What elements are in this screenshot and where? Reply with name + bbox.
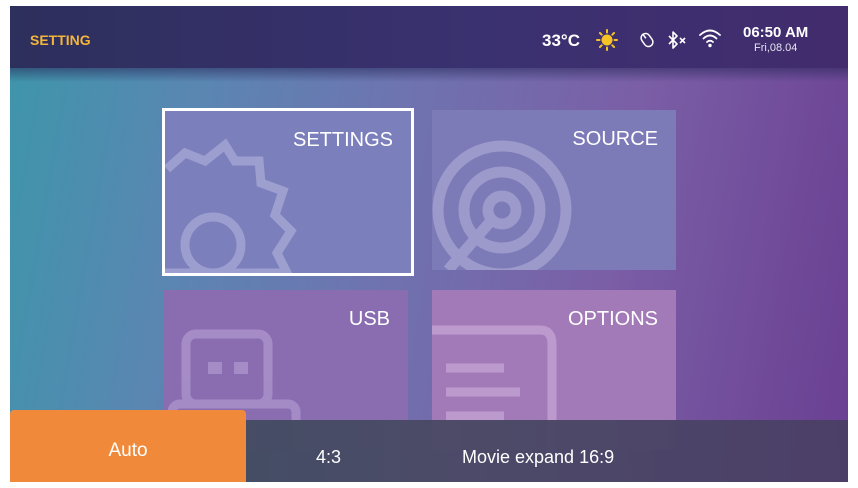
aspect-auto-label: Auto [108, 440, 148, 461]
settings-tile[interactable]: SETTINGS [162, 108, 414, 276]
wifi-icon [699, 29, 721, 48]
tv-screen: SETTING 33°C 06:50 AM Fri,08.04 SETTINGS… [10, 6, 848, 482]
clock-time: 06:50 AM [743, 24, 809, 41]
mouse-icon [640, 32, 654, 48]
source-tile-label: SOURCE [572, 128, 658, 150]
top-status-bar [10, 6, 848, 68]
bluetooth-off-icon [668, 31, 686, 49]
usb-tile-label: USB [348, 308, 390, 330]
temperature: 33°C [542, 31, 580, 50]
app-title: SETTING [30, 32, 91, 48]
aspect-4-3-option[interactable]: 4:3 [316, 447, 341, 468]
aspect-movie-expand-option[interactable]: Movie expand 16:9 [462, 447, 614, 468]
source-tile[interactable]: SOURCE [432, 110, 676, 270]
top-bar-shadow [10, 68, 848, 82]
settings-tile-label: SETTINGS [292, 129, 393, 151]
clock-date: Fri,08.04 [754, 42, 798, 54]
sun-icon [596, 29, 618, 51]
options-tile-label: OPTIONS [567, 308, 658, 330]
aspect-auto-button[interactable]: Auto [10, 410, 246, 482]
